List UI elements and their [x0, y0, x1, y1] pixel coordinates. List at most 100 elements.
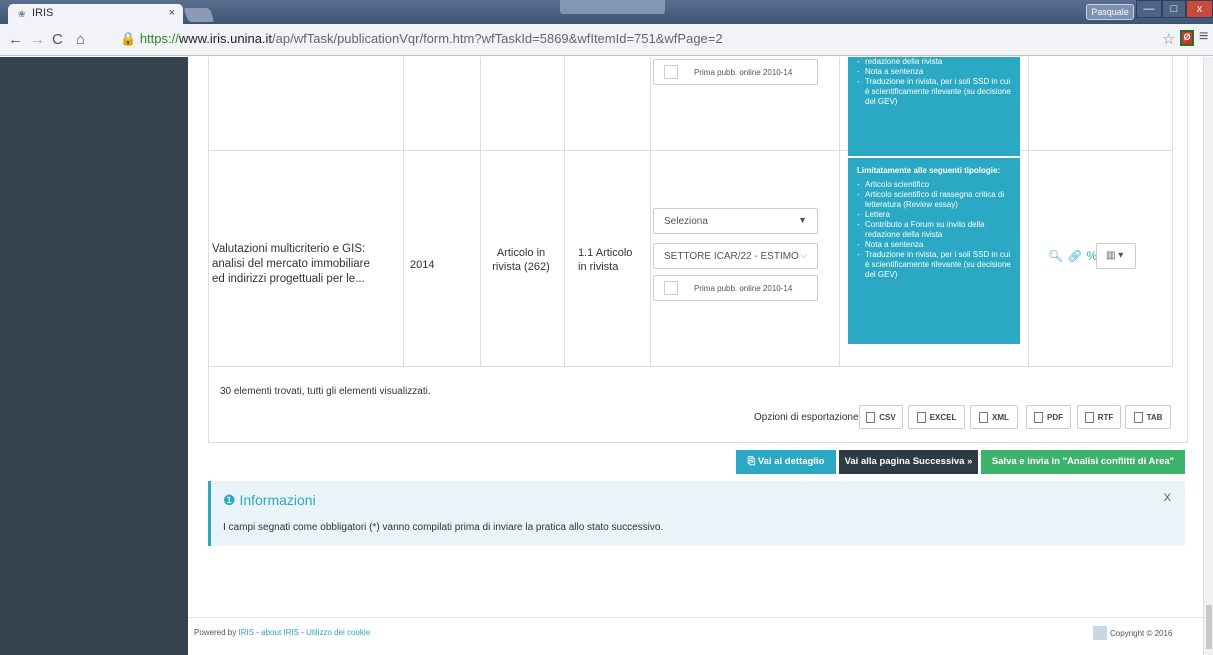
info-item: Contributo a Forum su invito della redaz… [857, 220, 1011, 240]
minimize-button[interactable]: — [1136, 0, 1162, 18]
url-path: /ap/wfTask/publicationVqr/form.htm?wfTas… [272, 31, 723, 46]
export-rtf-button[interactable]: RTF [1077, 405, 1121, 429]
save-submit-button[interactable]: Salva e invia in "Analisi conflitti di A… [981, 450, 1185, 474]
publication-type: Articolo in rivista (262) [492, 247, 550, 273]
file-icon [1034, 412, 1043, 423]
chart-dropdown-button[interactable]: ▥ ▾ [1096, 243, 1136, 269]
checkbox-box[interactable] [664, 281, 678, 295]
info-item: Traduzione in rivista, per i soli SSD in… [857, 77, 1011, 107]
file-icon [1133, 412, 1143, 423]
url-field[interactable]: 🔒 https://www.iris.unina.it/ap/wfTask/pu… [110, 29, 1160, 51]
info-item: Articolo scientifico di rassegna critica… [857, 190, 1011, 210]
export-format: RTF [1097, 413, 1114, 422]
first-online-checkbox[interactable]: Prima pubb. online 2010-14 [653, 275, 818, 301]
checkbox-label: Prima pubb. online 2010-14 [694, 284, 793, 293]
export-pdf-button[interactable]: PDF [1026, 405, 1071, 429]
copyright: Copyright © 2016 [1093, 626, 1172, 640]
file-icon [916, 412, 926, 423]
info-icon: ❶ [223, 492, 240, 508]
attachment-icon[interactable]: 🔗︎ [1067, 249, 1086, 263]
file-icon [1084, 412, 1094, 423]
copyright-text: Copyright © 2016 [1110, 629, 1173, 638]
main-content: Prima pubb. online 2010-14 redazione del… [188, 57, 1203, 655]
chevron-down-icon: ⌵ [800, 250, 807, 260]
typology-info-prev: redazione della rivista Nota a sentenza … [848, 57, 1020, 156]
iris-favicon-icon: ❀ [18, 9, 26, 19]
close-window-button[interactable]: x [1186, 0, 1213, 18]
lock-icon: 🔒 [120, 31, 137, 46]
titlebar-decoration [560, 0, 665, 14]
save-label: Salva e invia in "Analisi conflitti di A… [991, 456, 1175, 467]
export-label: Opzioni di esportazione: [754, 412, 862, 423]
maximize-button[interactable]: □ [1162, 0, 1186, 18]
row-actions: 🔍︎🔗︎% [1048, 249, 1101, 263]
bookmark-star-icon[interactable]: ☆ [1162, 30, 1175, 48]
iris-link[interactable]: IRIS [238, 628, 254, 637]
file-icon [866, 412, 876, 423]
info-title-text: Informazioni [239, 492, 316, 508]
file-icon [979, 412, 989, 423]
info-item: Nota a sentenza [857, 240, 1011, 250]
info-panel-title: ❶ Informazioni [223, 492, 316, 509]
address-bar-area: ← → C ⌂ 🔒 https://www.iris.unina.it/ap/w… [0, 24, 1213, 56]
info-panel: ❶ Informazioni I campi segnati come obbl… [208, 481, 1185, 546]
cookie-link[interactable]: Utilizzo dei cookie [306, 628, 370, 637]
double-chevron-icon: » [964, 456, 973, 467]
about-link[interactable]: about IRIS [261, 628, 299, 637]
dropdown-value: Seleziona [664, 216, 708, 227]
caret-down-icon: ▼ [798, 215, 807, 225]
chart-icon: ▥ [1106, 250, 1116, 261]
next-label: Vai alla pagina Successiva [844, 456, 965, 467]
sector-value: SETTORE ICAR/22 - ESTIMO [664, 251, 799, 262]
tab-close-icon[interactable]: × [169, 7, 175, 19]
url-scheme: https:// [139, 31, 179, 46]
export-format: XML [992, 413, 1009, 422]
extension-icon[interactable]: Ø [1180, 30, 1194, 46]
first-online-checkbox-prev[interactable]: Prima pubb. online 2010-14 [653, 59, 818, 85]
checkbox-box[interactable] [664, 65, 678, 79]
detail-button[interactable]: ⎘ Vai al dettaglio [736, 450, 836, 474]
publication-year: 2014 [410, 259, 435, 271]
browser-titlebar: ❀ IRIS × Pasquale — □ x [0, 0, 1213, 24]
scrollbar[interactable] [1203, 57, 1213, 655]
typology-info: Limitatamente alle seguenti tipologie: A… [848, 158, 1020, 344]
next-page-button[interactable]: Vai alla pagina Successiva » [839, 450, 978, 474]
new-tab-button[interactable] [183, 8, 215, 22]
browser-tab[interactable]: ❀ IRIS × [8, 4, 183, 24]
close-icon[interactable]: X [1164, 492, 1171, 504]
export-xml-button[interactable]: XML [970, 405, 1018, 429]
forward-icon[interactable]: → [30, 31, 45, 48]
profile-button[interactable]: Pasquale [1086, 4, 1134, 20]
reload-icon[interactable]: C [52, 31, 63, 48]
checkbox-label: Prima pubb. online 2010-14 [694, 68, 793, 77]
selection-dropdown[interactable]: Seleziona ▼ [653, 208, 818, 234]
export-format: EXCEL [929, 413, 957, 422]
info-title: Limitatamente alle seguenti tipologie: [857, 166, 1001, 175]
scrollbar-thumb[interactable] [1206, 605, 1212, 649]
detail-label: Vai al dettaglio [757, 456, 825, 467]
sector-dropdown[interactable]: SETTORE ICAR/22 - ESTIMO ⌵ [653, 243, 818, 269]
detail-icon: ⎘ [747, 456, 758, 467]
export-tab-button[interactable]: TAB [1125, 405, 1171, 429]
zoom-icon[interactable]: 🔍︎ [1048, 249, 1067, 263]
info-item: Traduzione in rivista, per i soli SSD in… [857, 250, 1011, 280]
home-icon[interactable]: ⌂ [76, 31, 85, 48]
browser-menu-icon[interactable]: ≡ [1199, 28, 1208, 46]
publication-category: 1.1 Articolo in rivista [578, 247, 633, 273]
info-item: Nota a sentenza [857, 67, 1011, 77]
tab-title: IRIS [32, 7, 54, 19]
caret-icon: ▾ [1118, 250, 1124, 261]
publication-title[interactable]: Valutazioni multicriterio e GIS: analisi… [212, 242, 382, 287]
info-item: Articolo scientifico [857, 180, 1011, 190]
export-excel-button[interactable]: EXCEL [908, 405, 965, 429]
back-icon[interactable]: ← [8, 31, 23, 48]
url-host: www.iris.unina.it [178, 31, 273, 46]
sidebar [0, 57, 188, 655]
export-format: TAB [1146, 413, 1163, 422]
info-panel-text: I campi segnati come obbligatori (*) van… [223, 522, 664, 533]
export-csv-button[interactable]: CSV [859, 405, 903, 429]
footer-links: Powered by IRIS - about IRIS - Utilizzo … [194, 628, 371, 637]
powered-by: Powered by [194, 628, 237, 637]
info-item: redazione della rivista [857, 57, 1011, 67]
info-item: Lettera [857, 210, 1011, 220]
